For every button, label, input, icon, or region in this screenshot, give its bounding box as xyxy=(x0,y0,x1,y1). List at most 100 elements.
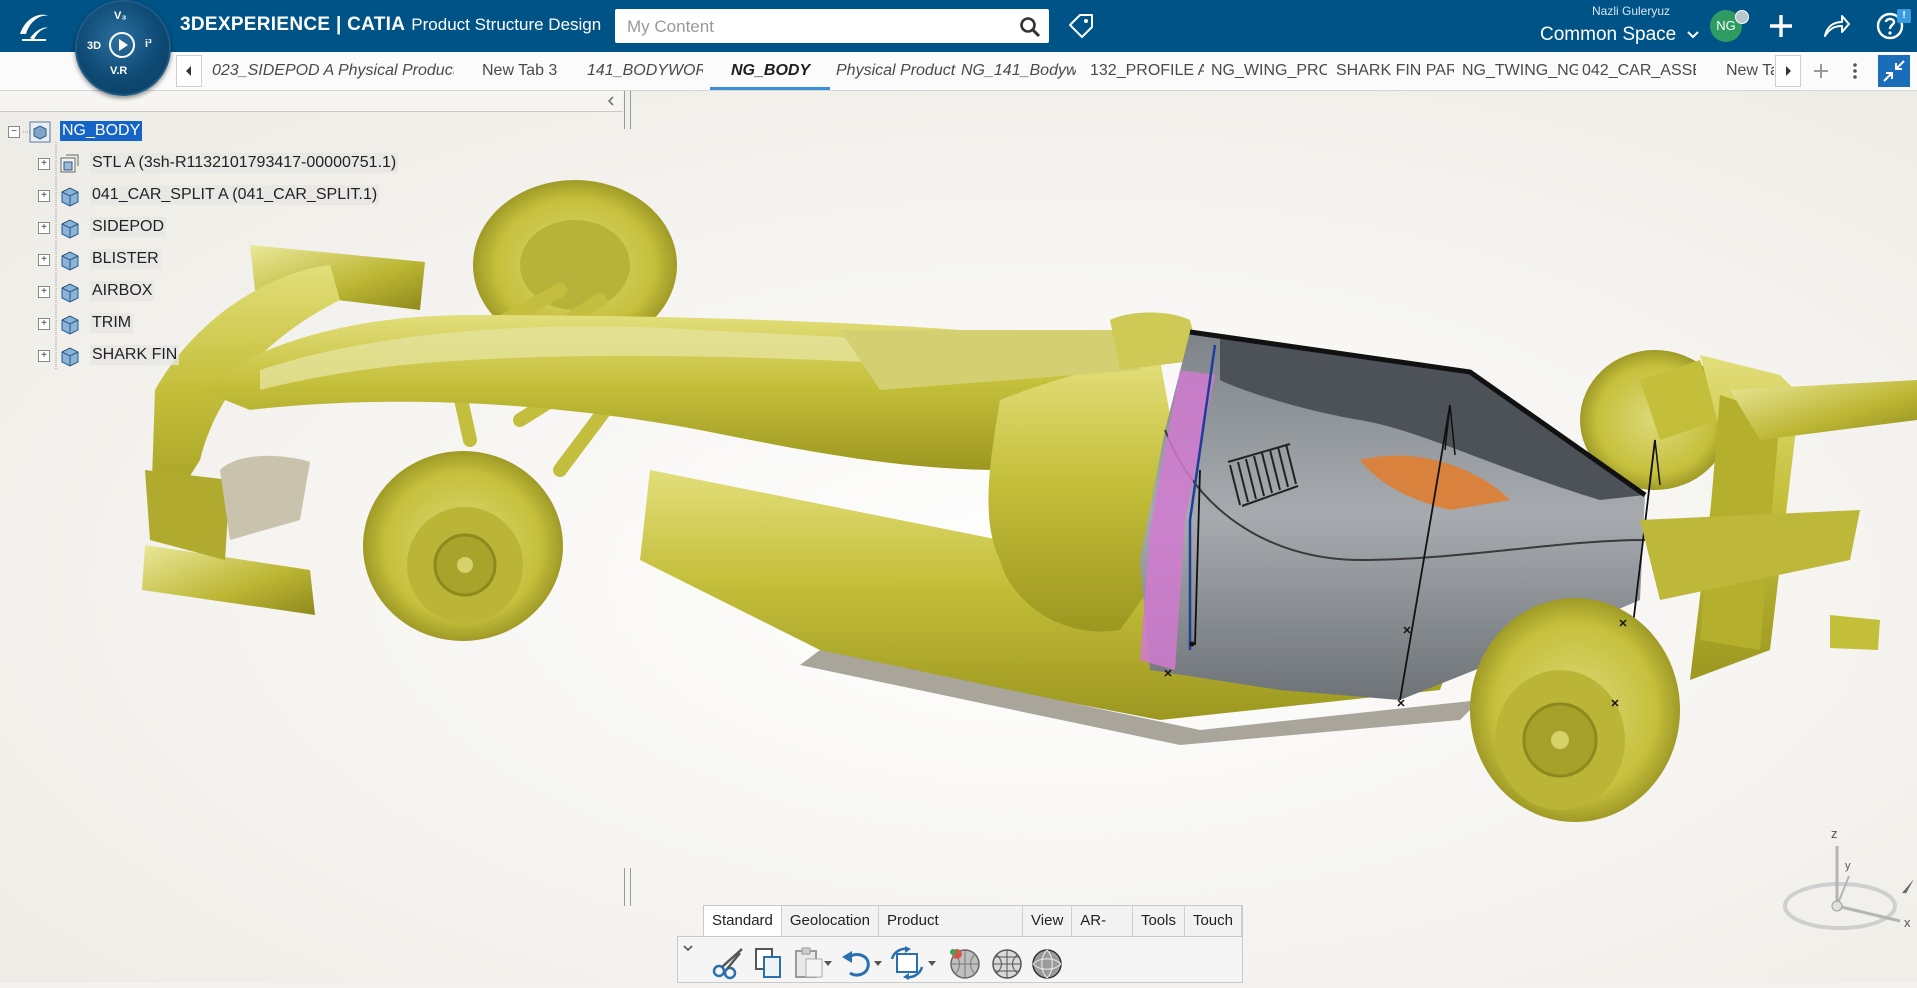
sphere-material-icon[interactable] xyxy=(946,945,984,981)
compass-widget[interactable]: V₃ 3D i³ V.R xyxy=(75,0,171,96)
add-icon[interactable] xyxy=(1765,10,1797,42)
tab-042-car-asse[interactable]: 042_CAR_ASSE xyxy=(1582,52,1696,90)
app-title: 3DEXPERIENCE | CATIA Product Structure De… xyxy=(180,14,601,36)
section-touch[interactable]: Touch xyxy=(1185,906,1242,936)
undo-icon[interactable] xyxy=(838,945,876,981)
chevron-down-icon xyxy=(1686,31,1699,39)
product-icon xyxy=(61,187,79,207)
expand-node-icon[interactable]: + xyxy=(38,190,50,202)
app-brand: 3DEXPERIENCE | CATIA xyxy=(180,14,406,35)
product-root-icon xyxy=(29,121,51,143)
app-subtitle: Product Structure Design xyxy=(411,15,602,34)
action-bar-tools xyxy=(677,936,1243,983)
chevron-left-icon xyxy=(186,66,191,76)
collapse-arrows-icon xyxy=(1883,60,1905,82)
compass-top-label: V₃ xyxy=(114,10,127,22)
axis-x-label: x xyxy=(1904,915,1911,930)
cut-icon[interactable] xyxy=(710,945,748,981)
tree-node-label: NG_BODY xyxy=(60,121,143,141)
search-icon[interactable] xyxy=(1019,16,1041,38)
warning-badge-icon: ! xyxy=(1897,9,1911,23)
tab-new-tab[interactable]: New Tab xyxy=(1726,52,1774,90)
expand-node-icon[interactable]: + xyxy=(38,158,50,170)
dassault-logo-icon[interactable] xyxy=(12,4,56,48)
tree-node-label: TRIM xyxy=(90,313,134,333)
product-icon xyxy=(61,251,79,271)
tree-node-label: AIRBOX xyxy=(90,281,155,301)
tab-physical-product[interactable]: Physical Product xyxy=(836,52,956,90)
new-tab-icon[interactable] xyxy=(1811,61,1831,81)
tab-shark-fin-part[interactable]: SHARK FIN PART xyxy=(1336,52,1454,90)
section-geolocation[interactable]: Geolocation xyxy=(782,906,879,936)
section-ar-vr[interactable]: AR-VR xyxy=(1072,906,1133,959)
paste-icon[interactable] xyxy=(790,945,828,981)
undo-dropdown-icon[interactable] xyxy=(874,961,882,966)
expand-node-icon[interactable]: + xyxy=(38,318,50,330)
stl-part-icon xyxy=(60,154,79,173)
tab-ng-141-bodywork[interactable]: NG_141_Bodywork xyxy=(961,52,1076,90)
collaborative-space-selector[interactable]: Common Space xyxy=(1540,24,1700,46)
tab-scroll-left-button[interactable] xyxy=(176,55,202,87)
product-icon xyxy=(61,219,79,239)
tree-node-label: 041_CAR_SPLIT A (041_CAR_SPLIT.1) xyxy=(90,185,380,205)
expand-node-icon[interactable]: + xyxy=(38,350,50,362)
compass-bottom-label: V.R xyxy=(110,65,128,77)
section-tools[interactable]: Tools xyxy=(1133,906,1185,936)
compass-right-label: i³ xyxy=(145,38,152,50)
compass-left-label: 3D xyxy=(87,40,102,52)
user-name: Nazli Guleryuz xyxy=(1592,4,1671,18)
tab-ng-body[interactable]: NG_BODY xyxy=(710,52,830,90)
tag-icon[interactable] xyxy=(1066,11,1096,41)
expand-node-icon[interactable]: + xyxy=(38,254,50,266)
section-standard[interactable]: Standard xyxy=(704,906,782,936)
tab-141-bodywork[interactable]: 141_BODYWORK xyxy=(587,52,703,90)
update-dropdown-icon[interactable] xyxy=(928,961,936,966)
tab-ng-wing-pro[interactable]: NG_WING_PRO xyxy=(1211,52,1327,90)
collapse-node-icon[interactable]: − xyxy=(8,126,20,138)
action-bar: Standard Geolocation Product Modificatio… xyxy=(677,905,1243,983)
section-product-modification[interactable]: Product Modification xyxy=(879,906,1024,959)
tab-scroll-right-button[interactable] xyxy=(1775,55,1801,87)
tab-new-tab-3[interactable]: New Tab 3 xyxy=(482,52,568,90)
panel-splitter-handle-bottom[interactable] xyxy=(624,868,631,906)
panel-splitter-handle[interactable] xyxy=(624,91,631,129)
tab-bar: 023_SIDEPOD A Physical Product New Tab 3… xyxy=(0,52,1917,91)
action-bar-sections: Standard Geolocation Product Modificatio… xyxy=(703,905,1243,959)
collapse-panel-icon[interactable] xyxy=(604,94,618,108)
expand-node-icon[interactable]: + xyxy=(38,222,50,234)
tab-023-sidepod[interactable]: 023_SIDEPOD A Physical Product xyxy=(212,52,454,90)
tree-node-label: BLISTER xyxy=(90,249,161,269)
status-dot-icon xyxy=(1735,10,1749,24)
expand-toolbar-icon[interactable] xyxy=(681,941,695,955)
wireframe-sphere-icon[interactable] xyxy=(1028,945,1066,981)
expand-node-icon[interactable]: + xyxy=(38,286,50,298)
search-box[interactable] xyxy=(615,9,1049,43)
more-options-icon[interactable] xyxy=(1845,61,1865,81)
globe-icon[interactable] xyxy=(988,945,1026,981)
formula-car-model[interactable] xyxy=(0,91,1917,983)
axis-z-label: z xyxy=(1831,826,1838,841)
play-icon[interactable] xyxy=(109,32,135,58)
product-icon xyxy=(61,283,79,303)
copy-icon[interactable] xyxy=(750,945,788,981)
axis-y-label: y xyxy=(1845,860,1851,872)
search-input[interactable] xyxy=(625,15,1009,39)
section-view[interactable]: View xyxy=(1023,906,1073,936)
share-icon[interactable] xyxy=(1820,10,1852,42)
tree-panel-header xyxy=(0,91,623,112)
cursor-arrow-icon xyxy=(1902,879,1914,897)
product-icon xyxy=(61,347,79,367)
top-bar: V₃ 3D i³ V.R 3DEXPERIENCE | CATIA Product… xyxy=(0,0,1917,96)
axis-compass-icon[interactable]: z y x xyxy=(1765,821,1915,941)
tab-ng-twing-ng[interactable]: NG_TWING_NG xyxy=(1462,52,1578,90)
paste-dropdown-icon[interactable] xyxy=(824,961,832,966)
tree-node-label: SIDEPOD xyxy=(90,217,167,237)
chevron-right-icon xyxy=(1786,66,1791,76)
3d-viewer[interactable]: z y x xyxy=(0,91,1917,983)
product-icon xyxy=(61,315,79,335)
tab-132-profile[interactable]: 132_PROFILE A xyxy=(1090,52,1204,90)
tree-node-label: STL A (3sh-R1132101793417-00000751.1) xyxy=(90,153,399,173)
update-icon[interactable] xyxy=(888,945,926,981)
fullscreen-button[interactable] xyxy=(1878,55,1910,87)
tree-node-label: SHARK FIN xyxy=(90,345,180,365)
